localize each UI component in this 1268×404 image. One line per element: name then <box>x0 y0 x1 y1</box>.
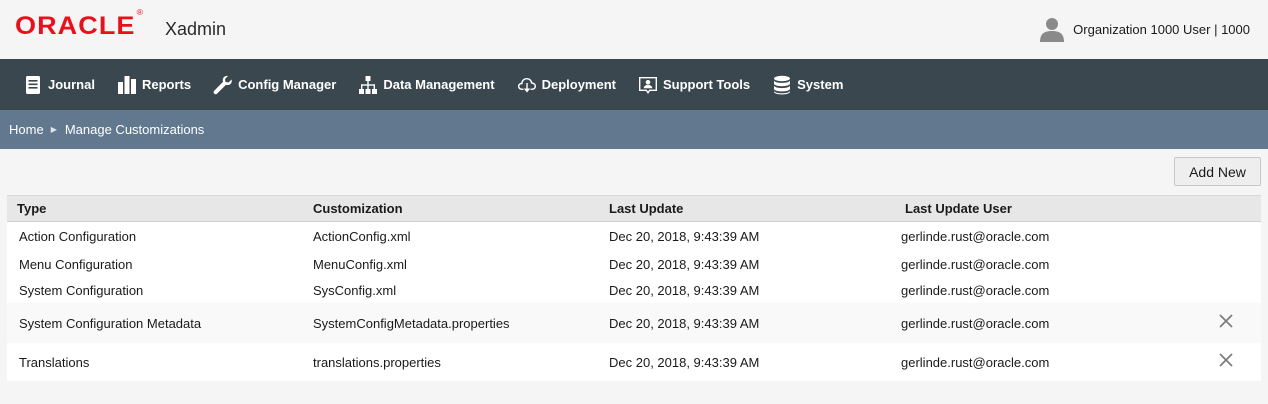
close-icon <box>1219 353 1233 367</box>
cell-user: gerlinde.rust@oracle.com <box>901 282 1050 298</box>
nav-label: Support Tools <box>662 77 751 92</box>
cell-type: Translations <box>19 354 90 370</box>
nav-deployment[interactable]: Deployment <box>506 59 627 110</box>
cloud-download-icon <box>517 77 536 92</box>
breadcrumb-separator-icon: ▶ <box>50 125 57 134</box>
cell-customization: MenuConfig.xml <box>313 256 407 272</box>
column-header-type[interactable]: Type <box>7 201 303 216</box>
logo-text: ORACLE <box>15 12 136 40</box>
nav-data-management[interactable]: Data Management <box>347 59 505 110</box>
cell-last-update: Dec 20, 2018, 9:43:39 AM <box>609 354 760 370</box>
table-row[interactable]: System Configuration Metadata SystemConf… <box>7 303 1261 343</box>
nav-label: Reports <box>141 77 192 92</box>
cell-last-update: Dec 20, 2018, 9:43:39 AM <box>609 315 760 331</box>
cell-type: System Configuration Metadata <box>19 315 202 331</box>
cell-user: gerlinde.rust@oracle.com <box>901 315 1050 331</box>
cell-last-update: Dec 20, 2018, 9:43:39 AM <box>609 229 760 244</box>
cell-customization: SystemConfigMetadata.properties <box>313 315 510 331</box>
close-icon <box>1219 314 1233 328</box>
cell-type: Menu Configuration <box>19 256 133 272</box>
table-row[interactable]: Menu Configuration MenuConfig.xml Dec 20… <box>7 251 1261 277</box>
user-menu[interactable]: Organization 1000 User | 1000 <box>1039 16 1250 42</box>
customizations-table: Type Customization Last Update Last Upda… <box>7 195 1261 381</box>
column-header-last-update[interactable]: Last Update <box>599 201 895 216</box>
logo-registered-mark: ® <box>136 7 143 17</box>
cell-user: gerlinde.rust@oracle.com <box>901 229 1050 244</box>
hierarchy-icon <box>359 75 378 94</box>
breadcrumb-home-link[interactable]: Home <box>9 122 44 137</box>
delete-row-button[interactable] <box>1218 313 1234 329</box>
nav-label: System <box>797 77 844 92</box>
cell-customization: translations.properties <box>313 354 441 370</box>
column-header-customization[interactable]: Customization <box>303 201 599 216</box>
delete-row-button[interactable] <box>1218 352 1234 368</box>
cell-user: gerlinde.rust@oracle.com <box>901 256 1050 272</box>
person-icon <box>1040 18 1065 42</box>
table-row[interactable]: Action Configuration ActionConfig.xml De… <box>7 222 1261 251</box>
bar-chart-icon <box>117 75 136 94</box>
cell-customization: ActionConfig.xml <box>313 229 411 244</box>
nav-label: Config Manager <box>238 77 337 92</box>
app-header: ORACLE® Xadmin Organization 1000 User | … <box>0 0 1268 59</box>
nav-system[interactable]: System <box>761 59 854 110</box>
table-row[interactable]: System Configuration SysConfig.xml Dec 2… <box>7 277 1261 303</box>
nav-label: Deployment <box>541 77 616 92</box>
wrench-icon <box>213 75 232 94</box>
nav-config-manager[interactable]: Config Manager <box>202 59 347 110</box>
nav-label: Data Management <box>383 77 495 92</box>
cell-type: Action Configuration <box>19 229 137 244</box>
add-new-button[interactable]: Add New <box>1174 157 1261 186</box>
breadcrumb: Home ▶ Manage Customizations <box>0 110 1268 149</box>
column-header-last-update-user[interactable]: Last Update User <box>895 201 1191 216</box>
nav-label: Journal <box>48 77 95 92</box>
database-icon <box>774 75 791 94</box>
cell-type: System Configuration <box>19 282 144 298</box>
cell-last-update: Dec 20, 2018, 9:43:39 AM <box>609 256 760 272</box>
support-icon <box>638 76 657 94</box>
main-nav: Journal Reports Config Manager Data Mana… <box>0 59 1268 110</box>
cell-user: gerlinde.rust@oracle.com <box>901 354 1050 370</box>
nav-journal[interactable]: Journal <box>12 59 106 110</box>
nav-support-tools[interactable]: Support Tools <box>627 59 761 110</box>
user-label: Organization 1000 User | 1000 <box>1073 21 1250 37</box>
table-header: Type Customization Last Update Last Upda… <box>7 195 1261 222</box>
cell-customization: SysConfig.xml <box>313 282 397 298</box>
nav-reports[interactable]: Reports <box>106 59 202 110</box>
cell-last-update: Dec 20, 2018, 9:43:39 AM <box>609 282 760 298</box>
app-name: Xadmin <box>165 19 227 39</box>
journal-icon <box>26 75 40 94</box>
breadcrumb-current: Manage Customizations <box>64 122 205 137</box>
table-row[interactable]: Translations translations.properties Dec… <box>7 343 1261 381</box>
oracle-logo[interactable]: ORACLE® <box>15 8 143 41</box>
